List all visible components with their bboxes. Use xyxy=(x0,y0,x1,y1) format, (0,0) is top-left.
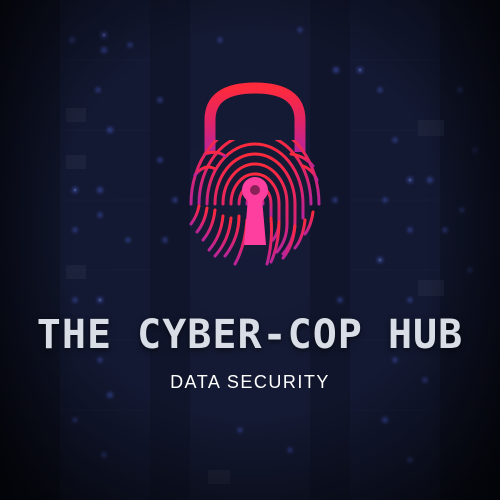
brand-subtitle: DATA SECURITY xyxy=(170,372,330,392)
logo-canvas: THE CYBER-COP HUB DATA SECURITY xyxy=(0,0,500,500)
brand-title: THE CYBER-COP HUB xyxy=(36,312,464,358)
keyhole-icon xyxy=(242,177,268,245)
padlock-shackle xyxy=(204,82,306,152)
fingerprint-padlock-icon xyxy=(189,82,321,266)
